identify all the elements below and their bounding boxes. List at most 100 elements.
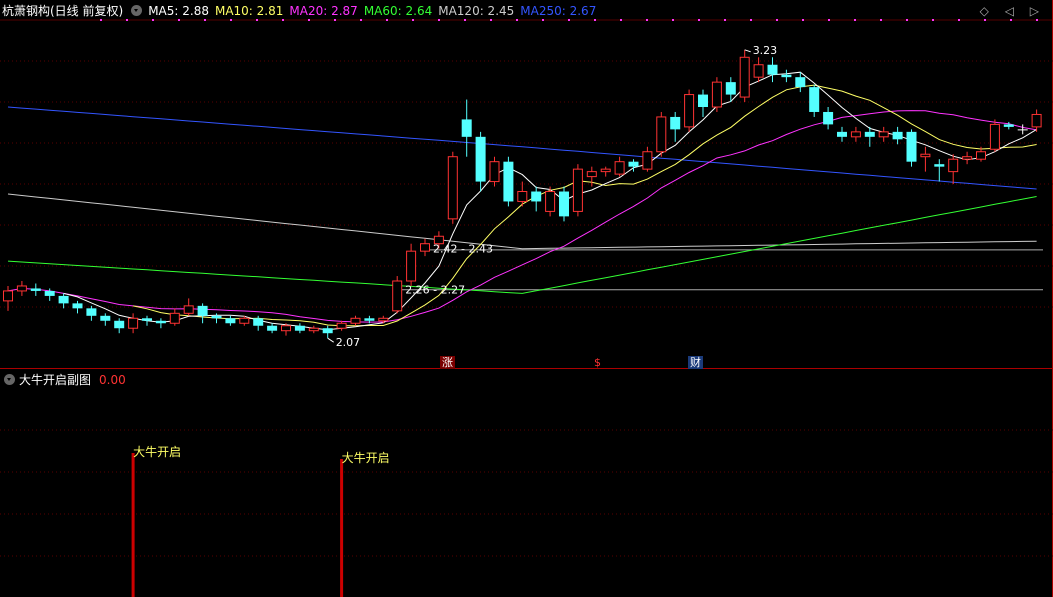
- candle-body: [711, 81, 722, 108]
- marker-dot: [282, 19, 284, 21]
- candle-body: [614, 161, 625, 175]
- marker-dot: [984, 19, 986, 21]
- marker-dot: [152, 19, 154, 21]
- marker-dot: [594, 19, 596, 21]
- sub-title[interactable]: 大牛开启副图: [19, 373, 91, 387]
- candle-body: [183, 305, 194, 314]
- marker-dot: [308, 19, 310, 21]
- candle-body: [781, 74, 792, 78]
- candle-body: [128, 317, 139, 329]
- dropdown-icon[interactable]: [131, 5, 143, 16]
- marker-dot: [204, 19, 206, 21]
- marker-dot: [178, 19, 180, 21]
- candle-body: [447, 156, 458, 220]
- marker-dot: [672, 19, 674, 21]
- candle-body: [3, 290, 13, 302]
- candle-body: [378, 317, 389, 322]
- candle-body: [892, 131, 903, 140]
- marker-dot: [750, 19, 752, 21]
- price-annotation: 2.07: [336, 336, 361, 349]
- candle-body: [962, 156, 973, 160]
- sub-legend: 大牛开启副图 0.00: [2, 372, 126, 388]
- candle-body: [406, 250, 417, 282]
- candle-body: [1017, 129, 1028, 131]
- candle-body: [420, 243, 430, 252]
- marker-dot: [412, 19, 414, 21]
- candle-body: [364, 318, 375, 321]
- ma60-line: [7, 196, 1037, 294]
- candle-body: [864, 131, 875, 137]
- marker-dot: [932, 19, 934, 21]
- marker-dot: [100, 19, 102, 21]
- marker-dot: [880, 19, 882, 21]
- badge-rise[interactable]: 涨: [440, 356, 455, 369]
- candle-body: [837, 131, 847, 137]
- signal-bar: [340, 459, 344, 597]
- marker-dot: [776, 19, 778, 21]
- signal-label: 大牛开启: [133, 444, 181, 459]
- ma60-label: MA60: 2.64: [363, 4, 433, 18]
- candle-body: [169, 312, 180, 324]
- marker-dot: [958, 19, 960, 21]
- ma10-label: MA10: 2.81: [214, 4, 284, 18]
- candle-body: [989, 123, 1000, 150]
- candle-body: [392, 280, 403, 312]
- price-annotation: 2.42 - 2.43: [433, 243, 493, 256]
- annotation-leader: [744, 49, 751, 53]
- ma250-line: [7, 106, 1037, 190]
- badge-finance[interactable]: 财: [688, 356, 703, 369]
- candle-body: [823, 111, 834, 125]
- marker-dot: [620, 19, 622, 21]
- candle-body: [531, 191, 542, 202]
- candle-body: [350, 317, 361, 324]
- candle-body: [1003, 124, 1014, 127]
- candle-body: [461, 119, 472, 137]
- price-chart[interactable]: 3.23 2.07 2.42 - 2.43 2.26 - 2.27 大牛开启 大牛开启: [0, 0, 1053, 597]
- candle-body: [850, 131, 861, 138]
- candle-body: [86, 308, 97, 316]
- candle-body: [586, 171, 597, 178]
- marker-dot: [464, 19, 466, 21]
- stock-title[interactable]: 杭萧钢构(日线 前复权): [2, 4, 123, 18]
- candle-body: [767, 64, 778, 75]
- candle-body: [559, 191, 569, 217]
- candle-body: [809, 87, 820, 112]
- badge-money[interactable]: $: [592, 356, 603, 369]
- candle-body: [725, 82, 736, 95]
- candle-body: [572, 168, 583, 212]
- candle-body: [795, 77, 806, 88]
- candle-body: [100, 315, 111, 321]
- candle-body: [503, 161, 514, 202]
- candle-body: [698, 94, 708, 107]
- candle-body: [739, 56, 750, 98]
- candle-body: [44, 290, 55, 296]
- candle-body: [976, 151, 986, 160]
- candle-body: [142, 318, 152, 321]
- marker-dot: [126, 19, 128, 21]
- candle-body: [225, 318, 236, 324]
- dropdown-icon[interactable]: [4, 374, 15, 385]
- marker-dot: [386, 19, 388, 21]
- marker-dot: [854, 19, 856, 21]
- candle-body: [920, 153, 931, 158]
- candle-body: [155, 320, 166, 324]
- ma20-label: MA20: 2.87: [289, 4, 358, 18]
- signal-label: 大牛开启: [342, 450, 390, 465]
- marker-dot: [360, 19, 362, 21]
- candle-body: [878, 131, 889, 138]
- candle-body: [670, 116, 681, 130]
- candle-body: [253, 318, 264, 326]
- marker-dot: [230, 19, 232, 21]
- marker-dot: [1010, 19, 1012, 21]
- signal-bar: [131, 453, 135, 597]
- candle-body: [1031, 113, 1042, 128]
- marker-dot: [1036, 19, 1038, 21]
- marker-dot: [724, 19, 726, 21]
- ma5-label: MA5: 2.88: [148, 4, 209, 18]
- marker-dot: [438, 19, 440, 21]
- candle-body: [281, 325, 291, 332]
- candle-body: [239, 317, 250, 324]
- nav-icons[interactable]: ◇ ◁ ▷: [980, 4, 1045, 18]
- candle-body: [517, 191, 528, 202]
- marker-dot: [542, 19, 544, 21]
